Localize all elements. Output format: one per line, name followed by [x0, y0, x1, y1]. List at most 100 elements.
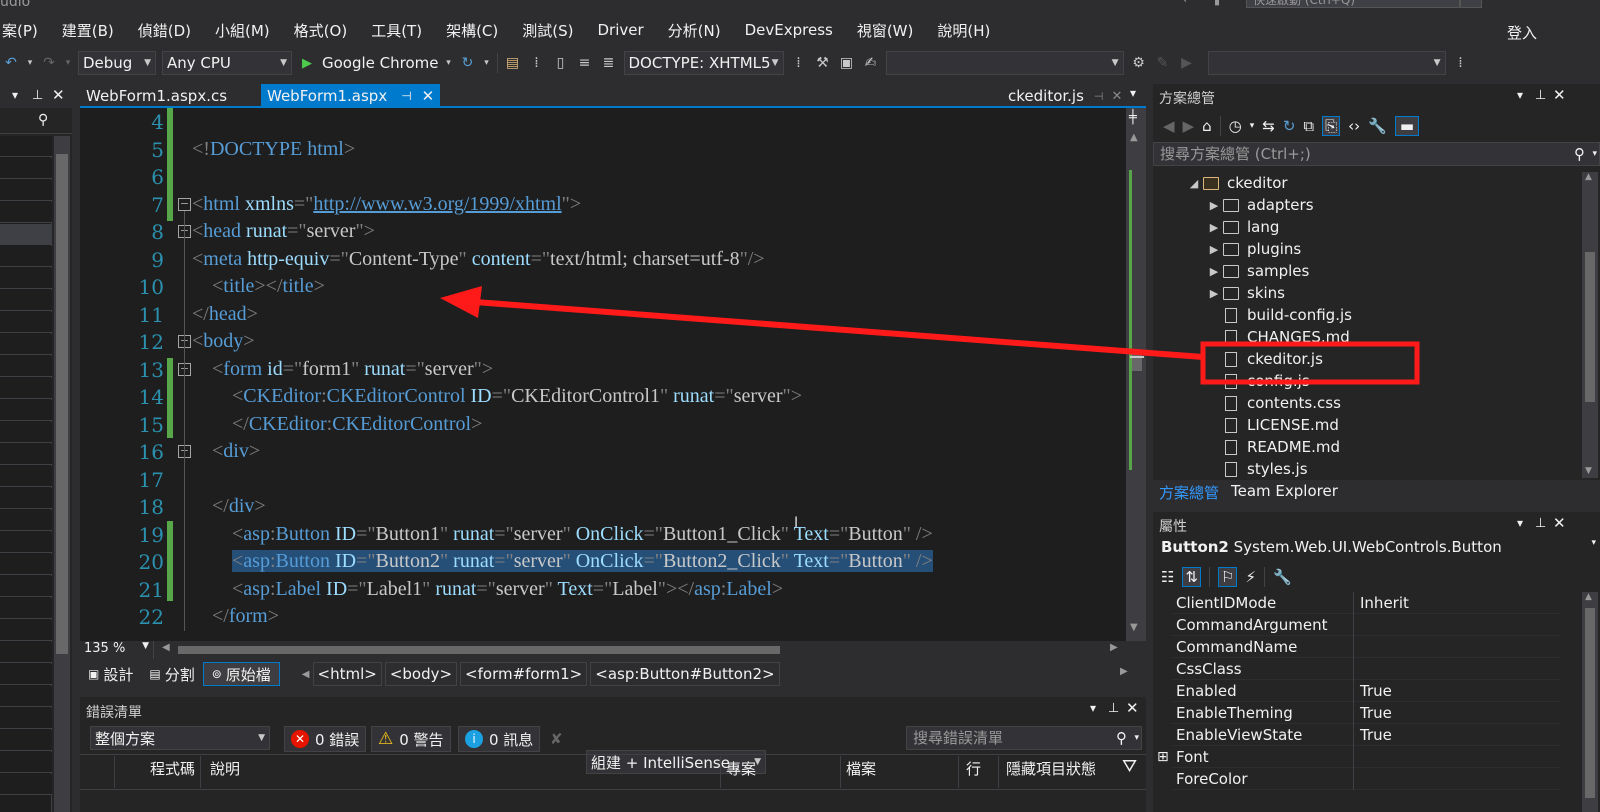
redo-dropdown-icon[interactable]: ▾ [64, 54, 72, 72]
left-panel-row[interactable] [0, 488, 52, 509]
doctype-select[interactable]: DOCTYPE: XHTML5 ▼ [623, 51, 784, 75]
back-icon[interactable]: ◀ [1163, 117, 1175, 135]
properties-icon[interactable]: ⚐ [1218, 567, 1238, 587]
left-panel-row[interactable] [0, 466, 52, 487]
property-row[interactable]: ClientIDMode Inherit [1171, 591, 1561, 614]
left-panel-row[interactable] [0, 664, 52, 685]
sign-in-link[interactable]: 登入 [1507, 22, 1537, 43]
property-value[interactable]: True [1353, 723, 1392, 746]
code-line-13[interactable]: <form id="form1" runat="server"> [192, 358, 493, 381]
property-row[interactable]: Enabled True [1171, 679, 1561, 702]
collapsed-icon[interactable]: ▶ [1205, 265, 1223, 278]
scroll-down-icon[interactable]: ▼ [1130, 622, 1138, 633]
menu-architecture[interactable]: 架構(C) [434, 20, 510, 41]
left-panel-row[interactable] [0, 356, 52, 377]
horizontal-scrollbar-thumb[interactable] [178, 646, 780, 654]
new-file-icon[interactable]: ▯ [552, 54, 570, 72]
tree-file-readme[interactable]: README.md [1223, 436, 1600, 458]
pin-icon[interactable]: ⊥ [1108, 701, 1119, 716]
column-header-description[interactable]: 說明 [210, 758, 240, 779]
events-icon[interactable]: ⚡ [1245, 568, 1256, 586]
dropdown-icon[interactable]: ▾ [1090, 701, 1096, 715]
column-header-file[interactable]: 檔案 [846, 758, 876, 779]
close-icon[interactable]: ✕ [1112, 89, 1123, 104]
scrollbar-thumb[interactable] [1585, 608, 1595, 798]
menu-test[interactable]: 測試(S) [510, 20, 585, 41]
show-all-files-icon[interactable]: ⎘ [1322, 116, 1341, 136]
expand-plus-icon[interactable]: ⊞ [1157, 749, 1169, 765]
left-panel-row[interactable] [0, 202, 52, 223]
tree-folder-lang[interactable]: ▶ lang [1205, 216, 1600, 238]
breadcrumb-html[interactable]: <html> [312, 662, 382, 686]
scroll-right-icon[interactable]: ▶ [1110, 642, 1118, 653]
left-panel-row[interactable] [0, 774, 52, 795]
menu-tools[interactable]: 工具(T) [359, 20, 434, 41]
tree-file-styles-js[interactable]: styles.js [1223, 458, 1600, 480]
code-line-10[interactable]: <title></title> [192, 275, 325, 298]
code-line-19[interactable]: <asp:Button ID="Button1" runat="server" … [192, 523, 933, 546]
pin-icon[interactable]: ⊣ [1094, 90, 1104, 103]
column-header-project[interactable]: 專案 [726, 758, 756, 779]
phone-icon[interactable]: ▮ [1214, 0, 1220, 7]
properties-scrollbar[interactable]: ▲ [1582, 592, 1598, 812]
alphabetical-icon[interactable]: ⇅ [1182, 567, 1202, 587]
column-header-line[interactable]: 行 [966, 758, 981, 779]
left-panel-row[interactable] [0, 532, 52, 553]
menu-help[interactable]: 說明(H) [925, 20, 1002, 41]
left-panel-row[interactable] [0, 136, 52, 157]
left-panel-row[interactable] [0, 642, 52, 663]
chevron-icon[interactable]: ‹ [1182, 0, 1187, 7]
left-panel-row[interactable] [0, 422, 52, 443]
history-dropdown-icon[interactable]: ▾ [1250, 121, 1255, 131]
refresh-icon[interactable]: ↻ [459, 54, 477, 72]
tree-folder-plugins[interactable]: ▶ plugins [1205, 238, 1600, 260]
filter-off-icon[interactable]: ✘ [550, 730, 563, 748]
collapsed-icon[interactable]: ▶ [1205, 243, 1223, 256]
quick-launch-search-icon[interactable] [1460, 0, 1482, 8]
scroll-up-icon[interactable]: ▲ [1585, 592, 1592, 602]
code-line-15[interactable]: </CKEditor:CKEditorControl> [192, 413, 482, 436]
menu-driver[interactable]: Driver [585, 21, 655, 39]
scrollbar-thumb[interactable] [1585, 252, 1595, 402]
tree-folder-ckeditor[interactable]: ◢ ckeditor [1185, 172, 1585, 194]
property-value[interactable] [1353, 657, 1360, 680]
scrollbar-thumb[interactable] [56, 154, 68, 654]
attach-icon[interactable]: ✍ [862, 54, 880, 72]
indent-icon[interactable]: ≡ [576, 54, 594, 72]
undo-icon[interactable]: ↶ [2, 54, 20, 72]
left-panel-row[interactable] [0, 708, 52, 729]
code-line-9[interactable]: <meta http-equiv="Content-Type" content=… [192, 248, 765, 271]
start-browser-button[interactable]: Google Chrome [322, 54, 439, 72]
breadcrumb-body[interactable]: <body> [384, 662, 458, 686]
view-code-icon[interactable]: ‹› [1348, 117, 1360, 135]
forward-icon[interactable]: ▶ [1183, 117, 1195, 135]
property-row[interactable]: ForeColor [1171, 767, 1561, 790]
left-panel-row[interactable] [0, 598, 52, 619]
scroll-up-icon[interactable]: ▲ [1130, 132, 1138, 143]
property-row[interactable]: EnableTheming True [1171, 701, 1561, 724]
code-line-11[interactable]: </head> [192, 303, 258, 326]
toolbar-options-icon[interactable]: ⁞ [528, 54, 546, 72]
dropdown-icon[interactable]: ▾ [1517, 516, 1523, 530]
refresh-icon[interactable]: ↻ [1283, 117, 1296, 135]
scroll-left-icon[interactable]: ◀ [162, 642, 170, 653]
solution-config-select[interactable]: Debug ▼ [78, 51, 156, 75]
menu-build[interactable]: 建置(B) [50, 20, 126, 41]
left-panel-row[interactable] [0, 246, 52, 267]
design-view-button[interactable]: ▣ 設計 [80, 662, 141, 686]
warnings-filter-button[interactable]: ⚠ 0 警告 [371, 726, 451, 752]
left-panel-row[interactable] [0, 400, 52, 421]
history-icon[interactable]: ◷ [1229, 117, 1242, 135]
preview-icon[interactable]: ▬ [1394, 116, 1420, 136]
tree-folder-samples[interactable]: ▶ samples [1205, 260, 1600, 282]
filter-icon[interactable]: ⛛ [1122, 756, 1137, 777]
tree-file-contents-css[interactable]: contents.css [1223, 392, 1600, 414]
collapse-all-icon[interactable]: ⧉ [1303, 117, 1314, 135]
code-line-16[interactable]: <div> [192, 440, 260, 463]
left-panel-row[interactable] [0, 554, 52, 575]
code-editor[interactable]: 4 5 6 7 8 9 10 11 12 13 14 15 16 17 18 1… [80, 108, 1146, 641]
scroll-up-icon[interactable]: ▲ [1585, 172, 1592, 182]
open-folder-icon[interactable]: ▤ [504, 54, 522, 72]
code-line-8[interactable]: <head runat="server"> [192, 220, 375, 243]
tree-folder-adapters[interactable]: ▶ adapters [1205, 194, 1600, 216]
